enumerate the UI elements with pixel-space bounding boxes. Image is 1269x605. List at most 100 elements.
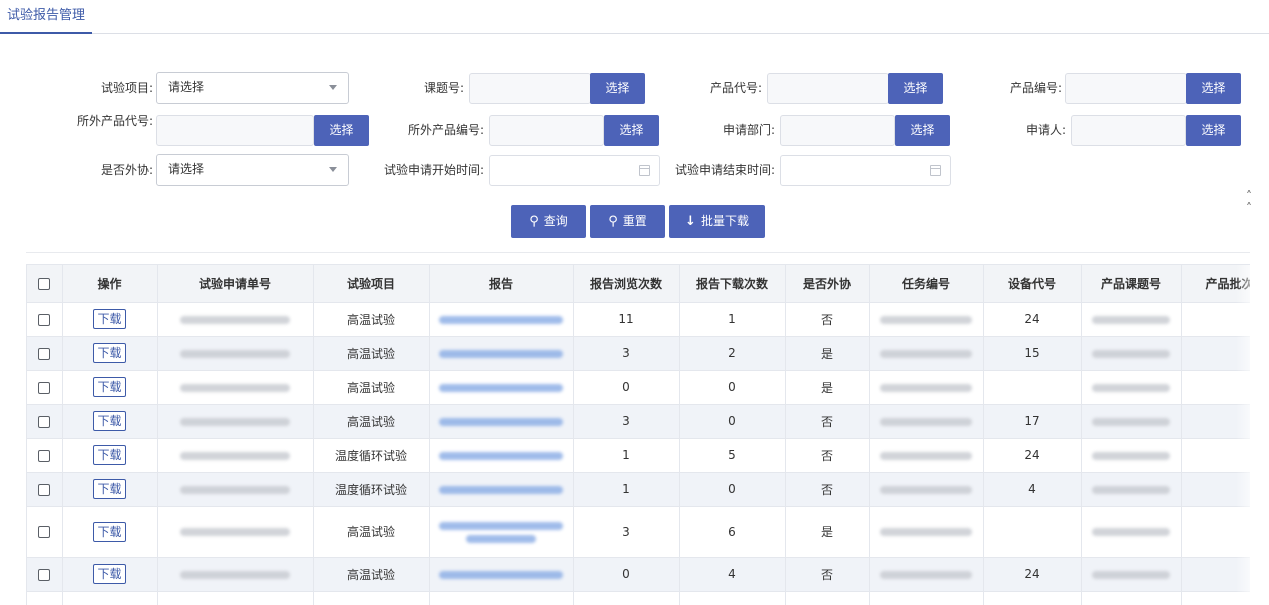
download-button[interactable]: 下载 [93, 309, 126, 329]
view-count-cell: 1 [573, 472, 680, 507]
product-no-input[interactable] [1065, 73, 1187, 104]
test-item-label: 试验项目: [100, 81, 153, 95]
row-checkbox[interactable] [38, 449, 51, 462]
redacted-product-topic-no [1092, 451, 1170, 460]
row-checkbox[interactable] [38, 347, 51, 360]
tab-test-report-management[interactable]: 试验报告管理 [0, 0, 93, 34]
report-link[interactable] [429, 506, 574, 558]
applicant-pick-button[interactable]: 选择 [1186, 115, 1241, 146]
chevron-down-icon [329, 85, 337, 90]
external-code-input[interactable] [156, 115, 314, 146]
view-count-cell: 0 [573, 557, 680, 592]
download-count-cell: 0 [679, 370, 786, 405]
outsource-cell: 是 [785, 336, 870, 371]
download-button[interactable]: 下载 [93, 377, 126, 397]
redacted-application-no [180, 315, 290, 324]
report-link[interactable] [439, 349, 563, 358]
row-checkbox[interactable] [38, 381, 51, 394]
select-all-checkbox[interactable] [38, 277, 51, 290]
test-item-cell: 高温试验 [313, 370, 430, 405]
test-item-cell: 高温试验 [313, 302, 430, 337]
header-view-count: 报告浏览次数 [573, 265, 680, 303]
product-no-pick-button[interactable]: 选择 [1186, 73, 1241, 104]
row-checkbox[interactable] [38, 568, 51, 581]
redacted-application-no [180, 528, 290, 536]
outsource-select[interactable]: 请选择 [156, 154, 349, 186]
applicant-input[interactable] [1071, 115, 1186, 146]
outsource-label: 是否外协: [100, 163, 153, 177]
calendar-icon [930, 165, 941, 176]
view-count-cell: 3 [573, 336, 680, 371]
row-checkbox[interactable] [38, 483, 51, 496]
reset-button-label: 重置 [622, 214, 647, 228]
batch-download-button-label: 批量下载 [700, 214, 749, 228]
dept-input[interactable] [780, 115, 895, 146]
select-all-cell[interactable] [27, 265, 63, 303]
device-code-cell: 17 [983, 404, 1082, 439]
outsource-cell: 是 [785, 370, 870, 405]
outsource-cell: 否 [785, 472, 870, 507]
view-count-cell: 3 [573, 506, 680, 558]
topic-no-input[interactable] [469, 73, 591, 104]
view-count-cell: 3 [573, 404, 680, 439]
view-count-cell: 1 [573, 438, 680, 473]
test-item-select[interactable]: 请选择 [156, 72, 349, 104]
chevron-down-icon [329, 167, 337, 172]
dept-label: 申请部门: [722, 123, 775, 137]
report-link[interactable] [439, 485, 563, 494]
row-checkbox[interactable] [38, 415, 51, 428]
redacted-task-no [880, 485, 972, 494]
arrow-down-icon: ↓ [685, 214, 696, 229]
redacted-product-topic-no [1092, 417, 1170, 426]
table-row: 下载 高温试验 3 0 否 17 02 [27, 404, 1250, 439]
reset-button[interactable]: ⚲ 重置 [590, 205, 665, 238]
report-link[interactable] [439, 570, 563, 579]
external-no-input[interactable] [489, 115, 604, 146]
header-application-no: 试验申请单号 [157, 265, 314, 303]
redacted-task-no [880, 417, 972, 426]
end-time-input[interactable] [780, 155, 951, 186]
device-code-cell: 24 [983, 438, 1082, 473]
header-test-item: 试验项目 [313, 265, 430, 303]
download-button[interactable]: 下载 [93, 564, 126, 584]
test-item-cell: 高温试验 [313, 404, 430, 439]
row-checkbox[interactable] [38, 313, 51, 326]
dept-pick-button[interactable]: 选择 [895, 115, 950, 146]
download-button[interactable]: 下载 [93, 445, 126, 465]
table-row: 下载 高温试验 3 2 是 15 04 [27, 336, 1250, 371]
redacted-product-topic-no [1092, 570, 1170, 579]
redacted-task-no [880, 349, 972, 358]
query-button[interactable]: ⚲ 查询 [511, 205, 586, 238]
report-link[interactable] [439, 417, 563, 426]
test-item-cell: 高温试验 [313, 557, 430, 592]
product-no-label: 产品编号: [1009, 81, 1062, 95]
view-count-cell: 11 [573, 302, 680, 337]
download-count-cell: 5 [679, 438, 786, 473]
download-button[interactable]: 下载 [93, 411, 126, 431]
external-no-pick-button[interactable]: 选择 [604, 115, 659, 146]
outsource-cell: 否 [785, 438, 870, 473]
download-button[interactable]: 下载 [93, 521, 126, 542]
test-item-cell: 高温试验 [313, 336, 430, 371]
divider [26, 252, 1250, 253]
report-link[interactable] [439, 383, 563, 392]
double-chevron-up-icon[interactable]: ˄ ˄ [1246, 190, 1252, 214]
topic-no-pick-button[interactable]: 选择 [590, 73, 645, 104]
report-link[interactable] [439, 315, 563, 324]
product-code-input[interactable] [767, 73, 889, 104]
external-code-pick-button[interactable]: 选择 [314, 115, 369, 146]
end-time-label: 试验申请结束时间: [674, 163, 775, 177]
row-checkbox[interactable] [38, 526, 51, 538]
device-code-cell: 4 [983, 472, 1082, 507]
download-count-cell: 6 [679, 506, 786, 558]
report-link[interactable] [439, 451, 563, 460]
batch-download-button[interactable]: ↓ 批量下载 [669, 205, 765, 238]
redacted-application-no [180, 451, 290, 460]
applicant-label: 申请人: [1025, 123, 1066, 137]
redacted-task-no [880, 315, 972, 324]
redacted-product-topic-no [1092, 485, 1170, 494]
product-code-pick-button[interactable]: 选择 [888, 73, 943, 104]
download-button[interactable]: 下载 [93, 479, 126, 499]
start-time-input[interactable] [489, 155, 660, 186]
download-button[interactable]: 下载 [93, 343, 126, 363]
